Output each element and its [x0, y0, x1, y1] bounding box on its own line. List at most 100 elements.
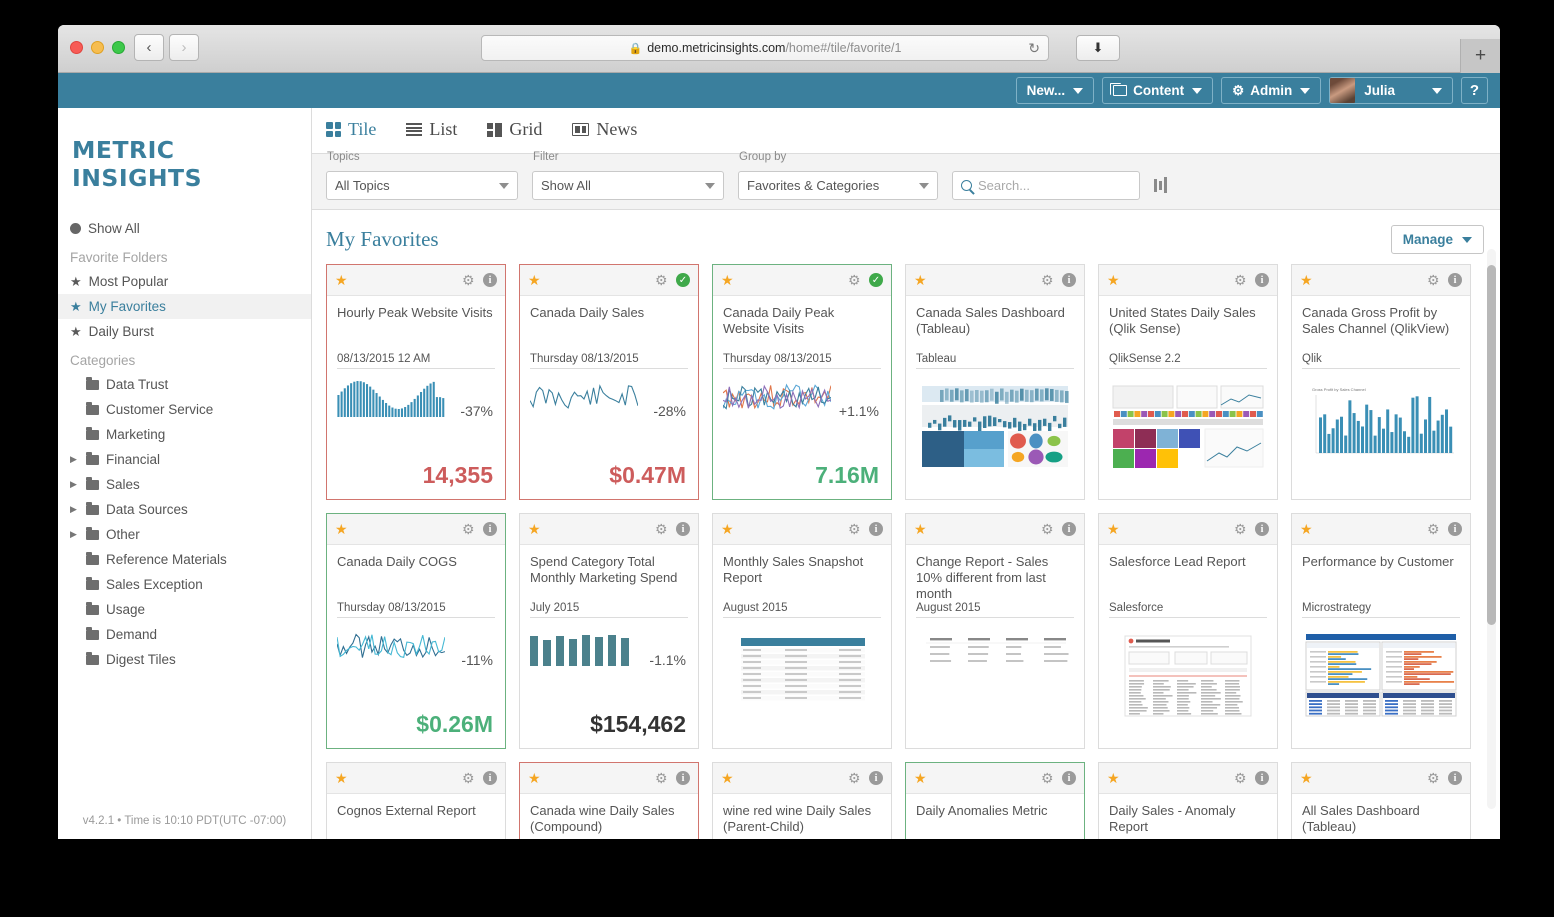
info-icon[interactable]: i	[1448, 771, 1462, 785]
gear-icon[interactable]: ⚙	[848, 273, 862, 287]
admin-menu-button[interactable]: ⚙ Admin	[1221, 77, 1322, 104]
tile-card[interactable]: ★ ⚙ i Daily Sales - Anomaly Report	[1098, 762, 1278, 839]
favorite-star-icon[interactable]: ★	[528, 521, 541, 538]
gear-icon[interactable]: ⚙	[462, 771, 476, 785]
sidebar-item-daily-burst[interactable]: ★ Daily Burst	[58, 319, 311, 344]
sidebar-category-usage[interactable]: Usage	[58, 597, 311, 622]
sidebar-category-demand[interactable]: Demand	[58, 622, 311, 647]
maximize-window-button[interactable]	[112, 41, 125, 54]
scrollbar-thumb[interactable]	[1487, 265, 1496, 625]
vertical-scrollbar[interactable]	[1487, 249, 1496, 809]
info-icon[interactable]: i	[869, 771, 883, 785]
tile-card[interactable]: ★ ⚙ i Hourly Peak Website Visits 08/13/2015 …	[326, 264, 506, 500]
gear-icon[interactable]: ⚙	[1041, 771, 1055, 785]
favorite-star-icon[interactable]: ★	[528, 272, 541, 289]
info-icon[interactable]: i	[1062, 522, 1076, 536]
info-icon[interactable]: i	[1255, 522, 1269, 536]
groupby-select[interactable]: Favorites & Categories	[738, 171, 938, 200]
tab-list[interactable]: List	[406, 119, 457, 142]
favorite-star-icon[interactable]: ★	[1300, 272, 1313, 289]
gear-icon[interactable]: ⚙	[655, 273, 669, 287]
sidebar-category-financial[interactable]: ▶ Financial	[58, 447, 311, 472]
info-icon[interactable]: i	[483, 273, 497, 287]
favorite-star-icon[interactable]: ★	[335, 770, 348, 787]
content-menu-button[interactable]: Content	[1102, 77, 1214, 104]
tile-card[interactable]: ★ ⚙ i Salesforce Lead Report Salesforce	[1098, 513, 1278, 749]
info-icon[interactable]: i	[1448, 522, 1462, 536]
sidebar-category-sales[interactable]: ▶ Sales	[58, 472, 311, 497]
search-input[interactable]	[978, 178, 1131, 193]
gear-icon[interactable]: ⚙	[1427, 522, 1441, 536]
tile-card[interactable]: ★ ⚙ i Canada Daily COGS Thursday 08/13/2015-…	[326, 513, 506, 749]
chevron-right-icon[interactable]: ▶	[70, 454, 86, 465]
gear-icon[interactable]: ⚙	[1427, 771, 1441, 785]
favorite-star-icon[interactable]: ★	[335, 272, 348, 289]
manage-button[interactable]: Manage	[1390, 225, 1484, 254]
new-tab-button[interactable]: +	[1460, 39, 1500, 73]
close-window-button[interactable]	[70, 41, 83, 54]
gear-icon[interactable]: ⚙	[1234, 522, 1248, 536]
filter-select[interactable]: Show All	[532, 171, 724, 200]
sidebar-category-data-trust[interactable]: Data Trust	[58, 372, 311, 397]
info-icon[interactable]: i	[1255, 771, 1269, 785]
favorite-star-icon[interactable]: ★	[1300, 770, 1313, 787]
chevron-right-icon[interactable]: ▶	[70, 504, 86, 515]
sidebar-item-my-favorites[interactable]: ★ My Favorites	[58, 294, 311, 319]
tile-card[interactable]: ★ ⚙ ✓ Canada Daily Peak Website Visits Thurs…	[712, 264, 892, 500]
gear-icon[interactable]: ⚙	[655, 522, 669, 536]
tile-card[interactable]: ★ ⚙ i Canada Sales Dashboard (Tableau) Table…	[905, 264, 1085, 500]
gear-icon[interactable]: ⚙	[462, 522, 476, 536]
back-button[interactable]: ‹	[134, 34, 164, 61]
downloads-button[interactable]: ⬇	[1076, 35, 1120, 61]
sort-options-icon[interactable]	[1154, 177, 1170, 193]
gear-icon[interactable]: ⚙	[1234, 771, 1248, 785]
chevron-right-icon[interactable]: ▶	[70, 529, 86, 540]
user-menu-button[interactable]: Julia	[1329, 77, 1453, 104]
favorite-star-icon[interactable]: ★	[721, 521, 734, 538]
topics-select[interactable]: All Topics	[326, 171, 518, 200]
check-circle-icon[interactable]: ✓	[676, 273, 690, 287]
sidebar-category-digest-tiles[interactable]: Digest Tiles	[58, 647, 311, 672]
tile-card[interactable]: ★ ⚙ i United States Daily Sales (Qlik Sense…	[1098, 264, 1278, 500]
tile-card[interactable]: ★ ⚙ i Performance by Customer Microstrategy	[1291, 513, 1471, 749]
sidebar-category-customer-service[interactable]: Customer Service	[58, 397, 311, 422]
sidebar-category-reference-materials[interactable]: Reference Materials	[58, 547, 311, 572]
tile-card[interactable]: ★ ⚙ ✓ Canada Daily Sales Thursday 08/13/2015…	[519, 264, 699, 500]
info-icon[interactable]: i	[483, 522, 497, 536]
gear-icon[interactable]: ⚙	[848, 522, 862, 536]
tab-news[interactable]: News	[572, 119, 637, 142]
gear-icon[interactable]: ⚙	[848, 771, 862, 785]
sidebar-category-other[interactable]: ▶ Other	[58, 522, 311, 547]
gear-icon[interactable]: ⚙	[1427, 273, 1441, 287]
new-menu-button[interactable]: New...	[1015, 77, 1095, 104]
tab-grid[interactable]: Grid	[487, 119, 542, 142]
gear-icon[interactable]: ⚙	[1041, 273, 1055, 287]
gear-icon[interactable]: ⚙	[655, 771, 669, 785]
favorite-star-icon[interactable]: ★	[335, 521, 348, 538]
sidebar-category-sales-exception[interactable]: Sales Exception	[58, 572, 311, 597]
favorite-star-icon[interactable]: ★	[721, 770, 734, 787]
info-icon[interactable]: i	[676, 771, 690, 785]
help-button[interactable]: ?	[1461, 77, 1488, 104]
info-icon[interactable]: i	[1255, 273, 1269, 287]
minimize-window-button[interactable]	[91, 41, 104, 54]
favorite-star-icon[interactable]: ★	[721, 272, 734, 289]
favorite-star-icon[interactable]: ★	[914, 272, 927, 289]
gear-icon[interactable]: ⚙	[1041, 522, 1055, 536]
info-icon[interactable]: i	[1062, 273, 1076, 287]
tile-card[interactable]: ★ ⚙ i Spend Category Total Monthly Marketin…	[519, 513, 699, 749]
tile-card[interactable]: ★ ⚙ i Canada Gross Profit by Sales Channel …	[1291, 264, 1471, 500]
info-icon[interactable]: i	[483, 771, 497, 785]
address-bar[interactable]: 🔒 demo.metricinsights.com /home#/tile/fa…	[481, 35, 1049, 61]
tile-card[interactable]: ★ ⚙ i Monthly Sales Snapshot Report August 2…	[712, 513, 892, 749]
favorite-star-icon[interactable]: ★	[1107, 770, 1120, 787]
tile-card[interactable]: ★ ⚙ i wine red wine Daily Sales (Parent-Chi…	[712, 762, 892, 839]
sidebar-category-marketing[interactable]: Marketing	[58, 422, 311, 447]
info-icon[interactable]: i	[1448, 273, 1462, 287]
favorite-star-icon[interactable]: ★	[1300, 521, 1313, 538]
tile-card[interactable]: ★ ⚙ i Daily Anomalies Metric	[905, 762, 1085, 839]
gear-icon[interactable]: ⚙	[462, 273, 476, 287]
favorite-star-icon[interactable]: ★	[914, 521, 927, 538]
tile-card[interactable]: ★ ⚙ i All Sales Dashboard (Tableau)	[1291, 762, 1471, 839]
check-circle-icon[interactable]: ✓	[869, 273, 883, 287]
